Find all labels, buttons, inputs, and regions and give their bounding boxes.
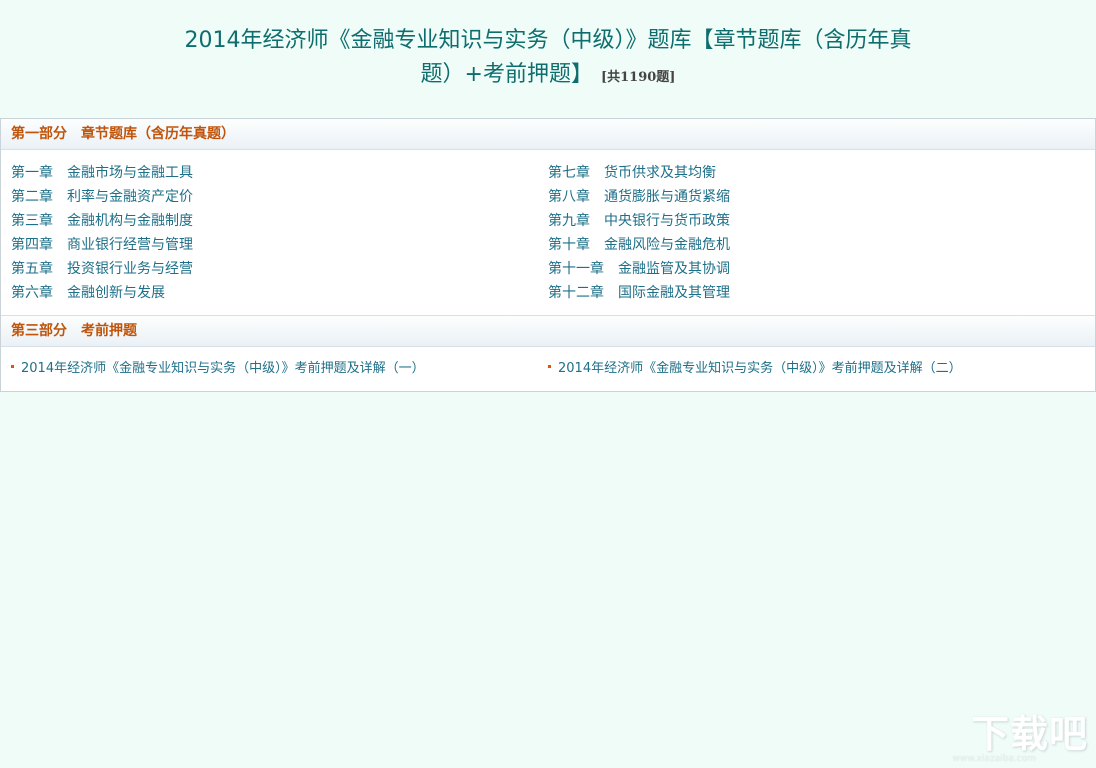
title-line-2: 题）+考前押题】 [共1190题] — [0, 58, 1096, 95]
bullet-icon — [11, 365, 14, 368]
chapter-link-2[interactable]: 第二章 利率与金融资产定价 — [11, 188, 193, 206]
chapter-link-4[interactable]: 第四章 商业银行经营与管理 — [11, 236, 193, 254]
chapter-link-12[interactable]: 第十二章 国际金融及其管理 — [548, 284, 730, 302]
page-title: 2014年经济师《金融专业知识与实务（中级）》题库【章节题库（含历年真 题）+考… — [0, 24, 1096, 95]
bullet-icon — [548, 365, 551, 368]
section-title-part3: 第三部分 考前押题 — [11, 323, 137, 339]
chapter-link-5[interactable]: 第五章 投资银行业务与经营 — [11, 260, 193, 278]
section-header-part3: 第三部分 考前押题 — [1, 315, 1095, 347]
chapter-link-6[interactable]: 第六章 金融创新与发展 — [11, 284, 165, 302]
question-count: [共1190题] — [600, 70, 676, 85]
mock-exam-label-1: 2014年经济师《金融专业知识与实务（中级）》考前押题及详解（一） — [21, 361, 425, 376]
chapter-link-8[interactable]: 第八章 通货膨胀与通货紧缩 — [548, 188, 730, 206]
question-bank-panel: 第一部分 章节题库（含历年真题） 第一章 金融市场与金融工具 第二章 利率与金融… — [0, 118, 1096, 392]
section-header-part1: 第一部分 章节题库（含历年真题） — [1, 119, 1095, 150]
title-line-2-text: 题）+考前押题】 — [420, 62, 593, 87]
mock-exam-link-2[interactable]: 2014年经济师《金融专业知识与实务（中级）》考前押题及详解（二） — [548, 360, 962, 378]
chapter-link-1[interactable]: 第一章 金融市场与金融工具 — [11, 164, 193, 182]
chapter-link-3[interactable]: 第三章 金融机构与金融制度 — [11, 212, 193, 230]
chapter-link-10[interactable]: 第十章 金融风险与金融危机 — [548, 236, 730, 254]
section-title-part1: 第一部分 章节题库（含历年真题） — [11, 126, 235, 142]
chapter-link-7[interactable]: 第七章 货币供求及其均衡 — [548, 164, 716, 182]
title-line-1: 2014年经济师《金融专业知识与实务（中级）》题库【章节题库（含历年真 — [184, 28, 912, 53]
mock-exam-link-1[interactable]: 2014年经济师《金融专业知识与实务（中级）》考前押题及详解（一） — [11, 360, 425, 378]
chapter-link-9[interactable]: 第九章 中央银行与货币政策 — [548, 212, 730, 230]
watermark-logo: 下载吧 — [970, 712, 1088, 756]
chapter-link-11[interactable]: 第十一章 金融监管及其协调 — [548, 260, 730, 278]
watermark-url: www.xiazaiba.com — [952, 754, 1036, 764]
mock-exam-label-2: 2014年经济师《金融专业知识与实务（中级）》考前押题及详解（二） — [558, 361, 962, 376]
